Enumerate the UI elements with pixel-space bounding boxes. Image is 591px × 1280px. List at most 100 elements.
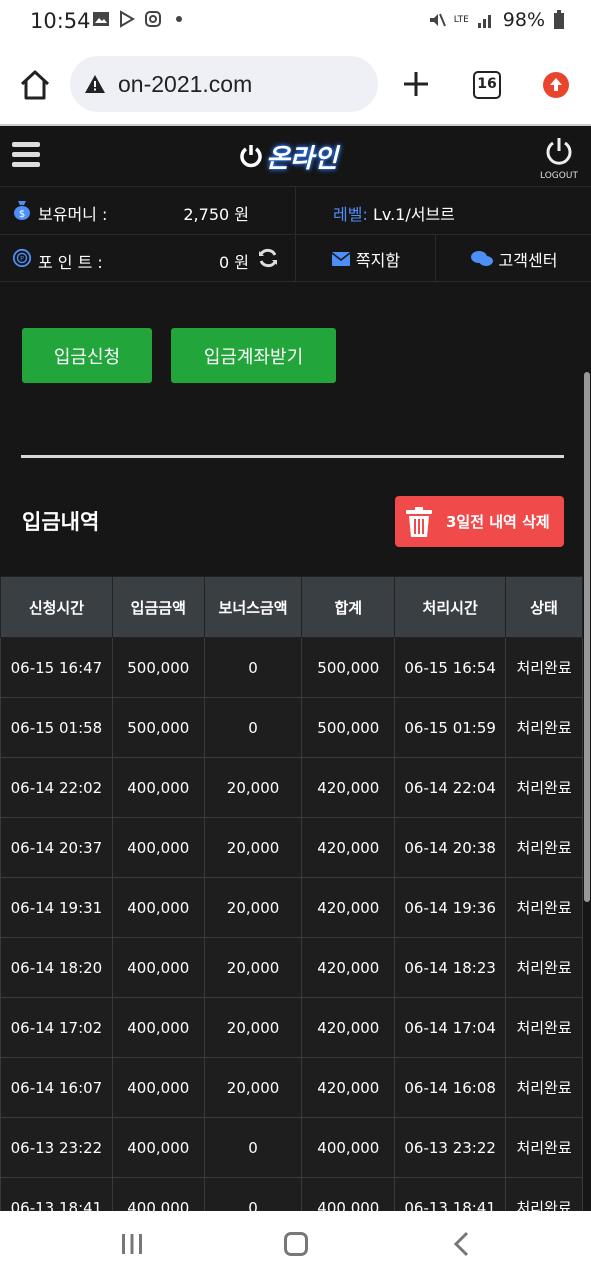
mute-icon xyxy=(429,13,446,27)
cell-process-time: 06-14 22:04 xyxy=(394,757,507,818)
site-logo[interactable]: 온라인 xyxy=(238,139,338,174)
col-process-time: 처리시간 xyxy=(394,576,507,638)
cell-bonus-amount: 20,000 xyxy=(203,877,303,938)
money-cell: $ 보유머니 : 2,750 원 xyxy=(0,187,296,234)
status-bar: 10:54 LTE 98% xyxy=(0,0,591,44)
deposit-account-button[interactable]: 입금계좌받기 xyxy=(171,328,336,383)
scrollbar[interactable] xyxy=(584,372,590,902)
col-request-time: 신청시간 xyxy=(0,576,113,638)
money-bag-icon: $ xyxy=(14,201,30,220)
mailbox-label: 쪽지함 xyxy=(355,251,401,270)
cell-deposit-amount: 400,000 xyxy=(111,877,205,938)
home-icon[interactable] xyxy=(18,68,52,102)
deposit-history-title: 입금내역 xyxy=(22,510,100,534)
table-row: 06-14 17:02 400,000 20,000 420,000 06-14… xyxy=(0,997,583,1058)
site-header: 온라인 LOGOUT xyxy=(0,126,591,186)
cell-total: 420,000 xyxy=(301,1057,396,1118)
hamburger-menu-icon[interactable] xyxy=(12,142,40,168)
point-cell: P 포 인 트 : 0 원 xyxy=(0,235,296,281)
mailbox-button[interactable]: 쪽지함 xyxy=(297,235,436,283)
cell-status: 처리완료 xyxy=(505,877,583,938)
warning-icon[interactable] xyxy=(84,74,106,94)
table-row: 06-14 22:02 400,000 20,000 420,000 06-14… xyxy=(0,757,583,818)
deposit-history-table: 신청시간 입금금액 보너스금액 합계 처리시간 상태 06-15 16:47 5… xyxy=(0,576,583,1238)
table-row: 06-14 18:20 400,000 20,000 420,000 06-14… xyxy=(0,937,583,998)
cell-status: 처리완료 xyxy=(505,817,583,878)
home-nav-icon[interactable] xyxy=(284,1232,308,1256)
instagram-icon xyxy=(145,11,161,27)
cell-total: 500,000 xyxy=(301,637,396,698)
svg-text:$: $ xyxy=(19,209,25,220)
back-icon[interactable] xyxy=(452,1231,470,1257)
cell-request-time: 06-14 19:31 xyxy=(0,877,113,938)
logout-label: LOGOUT xyxy=(540,171,578,181)
cell-deposit-amount: 400,000 xyxy=(111,1117,205,1178)
power-logo-icon xyxy=(240,145,262,168)
image-icon xyxy=(93,12,109,26)
delete-history-button[interactable]: 3일전 내역 삭제 xyxy=(395,496,564,547)
recent-apps-icon[interactable] xyxy=(120,1233,144,1255)
cell-status: 처리완료 xyxy=(505,937,583,998)
cell-process-time: 06-13 23:22 xyxy=(394,1117,507,1178)
table-row: 06-14 20:37 400,000 20,000 420,000 06-14… xyxy=(0,817,583,878)
table-row: 06-14 19:31 400,000 20,000 420,000 06-14… xyxy=(0,877,583,938)
balance-row: $ 보유머니 : 2,750 원 레벨: Lv.1/서브르 xyxy=(0,186,591,234)
cell-process-time: 06-15 01:59 xyxy=(394,697,507,758)
cell-deposit-amount: 500,000 xyxy=(111,697,205,758)
cell-process-time: 06-14 16:08 xyxy=(394,1057,507,1118)
play-store-icon xyxy=(120,10,135,28)
cell-request-time: 06-14 20:37 xyxy=(0,817,113,878)
network-type: LTE xyxy=(453,14,469,25)
cell-status: 처리완료 xyxy=(505,697,583,758)
cell-deposit-amount: 400,000 xyxy=(111,817,205,878)
money-value: 2,750 원 xyxy=(183,205,249,224)
deposit-request-button[interactable]: 입금신청 xyxy=(22,328,152,383)
envelope-icon xyxy=(331,252,350,266)
chat-bubbles-icon xyxy=(470,251,493,266)
battery-icon xyxy=(554,10,564,29)
cell-request-time: 06-14 22:02 xyxy=(0,757,113,818)
cell-total: 500,000 xyxy=(301,697,396,758)
col-deposit-amount: 입금금액 xyxy=(111,576,205,638)
cell-deposit-amount: 400,000 xyxy=(111,997,205,1058)
col-bonus-amount: 보너스금액 xyxy=(203,576,303,638)
level-value: Lv.1/서브르 xyxy=(372,205,455,224)
battery-percent: 98% xyxy=(502,9,545,31)
cell-status: 처리완료 xyxy=(505,757,583,818)
cell-request-time: 06-15 16:47 xyxy=(0,637,113,698)
cell-bonus-amount: 20,000 xyxy=(203,1057,303,1118)
customer-center-button[interactable]: 고객센터 xyxy=(437,235,591,283)
table-row: 06-13 23:22 400,000 0 400,000 06-13 23:2… xyxy=(0,1117,583,1178)
point-badge-icon: P xyxy=(12,248,32,268)
table-row: 06-15 01:58 500,000 0 500,000 06-15 01:5… xyxy=(0,697,583,758)
logout-button[interactable]: LOGOUT xyxy=(538,136,580,184)
notification-icons xyxy=(92,10,188,28)
cell-process-time: 06-14 18:23 xyxy=(394,937,507,998)
new-tab-icon[interactable] xyxy=(402,70,430,98)
cell-request-time: 06-14 18:20 xyxy=(0,937,113,998)
arrow-up-icon xyxy=(550,78,562,91)
svg-text:P: P xyxy=(20,256,24,263)
cell-request-time: 06-15 01:58 xyxy=(0,697,113,758)
cell-status: 처리완료 xyxy=(505,1057,583,1118)
update-icon[interactable] xyxy=(543,72,569,98)
url-text[interactable]: on-2021.com xyxy=(118,71,252,98)
cell-request-time: 06-14 17:02 xyxy=(0,997,113,1058)
cell-bonus-amount: 0 xyxy=(203,697,303,758)
cell-deposit-amount: 400,000 xyxy=(111,937,205,998)
refresh-icon[interactable] xyxy=(257,247,279,269)
cell-request-time: 06-14 16:07 xyxy=(0,1057,113,1118)
tab-switcher-button[interactable]: 16 xyxy=(473,71,501,99)
cell-total: 420,000 xyxy=(301,817,396,878)
cell-request-time: 06-13 23:22 xyxy=(0,1117,113,1178)
cell-bonus-amount: 0 xyxy=(203,637,303,698)
point-row: P 포 인 트 : 0 원 쪽지함 고객센터 xyxy=(0,234,591,283)
col-status: 상태 xyxy=(505,576,583,638)
point-value: 0 원 xyxy=(219,253,249,272)
cell-total: 420,000 xyxy=(301,937,396,998)
cell-status: 처리완료 xyxy=(505,637,583,698)
cell-process-time: 06-14 17:04 xyxy=(394,997,507,1058)
address-bar[interactable]: on-2021.com xyxy=(70,56,378,112)
cell-bonus-amount: 20,000 xyxy=(203,937,303,998)
cell-total: 420,000 xyxy=(301,757,396,818)
